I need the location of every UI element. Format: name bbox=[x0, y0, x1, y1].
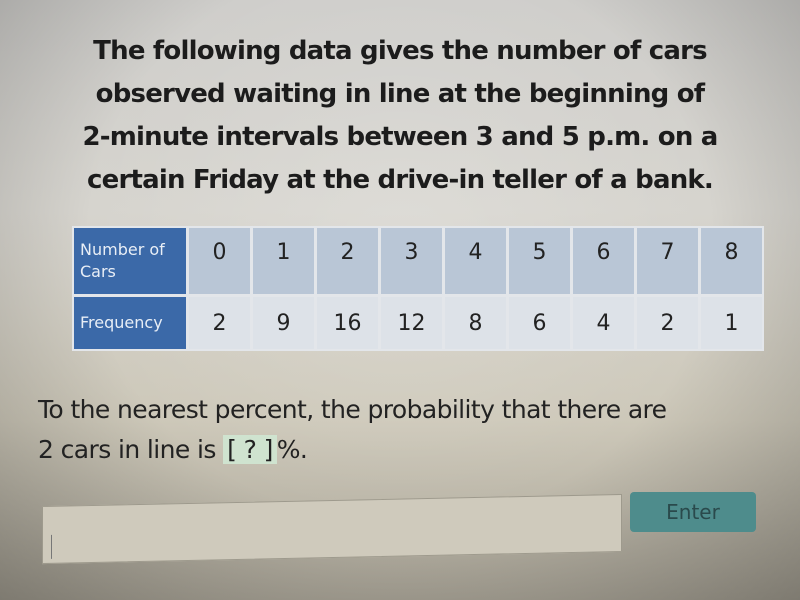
frequency-cell: 1 bbox=[701, 297, 762, 349]
frequency-cell: 6 bbox=[509, 297, 570, 349]
cars-cell: 8 bbox=[701, 228, 762, 294]
row-header-frequency: Frequency bbox=[74, 297, 186, 349]
enter-button[interactable]: Enter bbox=[630, 492, 756, 532]
frequency-table: Number of Cars 0 1 2 3 4 5 6 7 8 Frequen… bbox=[72, 226, 764, 351]
frequency-cell: 2 bbox=[189, 297, 250, 349]
answer-input[interactable] bbox=[42, 493, 622, 565]
question-line-1: To the nearest percent, the probability … bbox=[38, 395, 667, 424]
frequency-cell: 12 bbox=[381, 297, 442, 349]
cars-cell: 7 bbox=[637, 228, 698, 294]
cars-cell: 0 bbox=[189, 228, 250, 294]
question-line-2: 2 cars in line is [ ? ]%. bbox=[38, 430, 778, 470]
cars-cell: 5 bbox=[509, 228, 570, 294]
intro-line: The following data gives the number of c… bbox=[93, 36, 707, 66]
intro-line: observed waiting in line at the beginnin… bbox=[95, 79, 705, 109]
frequency-cell: 16 bbox=[317, 297, 378, 349]
cars-cell: 3 bbox=[381, 228, 442, 294]
cars-cell: 6 bbox=[573, 228, 634, 294]
text-caret bbox=[51, 534, 52, 559]
frequency-cell: 4 bbox=[573, 297, 634, 349]
row-header-number-of-cars: Number of Cars bbox=[74, 228, 186, 294]
problem-intro: The following data gives the number of c… bbox=[60, 30, 740, 202]
cars-cell: 4 bbox=[445, 228, 506, 294]
cars-cell: 2 bbox=[317, 228, 378, 294]
intro-line: 2-minute intervals between 3 and 5 p.m. … bbox=[82, 122, 718, 152]
intro-line: certain Friday at the drive-in teller of… bbox=[87, 165, 714, 195]
question-text: To the nearest percent, the probability … bbox=[38, 390, 778, 470]
frequency-cell: 9 bbox=[253, 297, 314, 349]
frequency-cell: 2 bbox=[637, 297, 698, 349]
answer-blank: [ ? ] bbox=[223, 435, 277, 464]
question-prefix: 2 cars in line is bbox=[38, 435, 224, 464]
cars-cell: 1 bbox=[253, 228, 314, 294]
question-suffix: %. bbox=[276, 435, 308, 464]
frequency-cell: 8 bbox=[445, 297, 506, 349]
